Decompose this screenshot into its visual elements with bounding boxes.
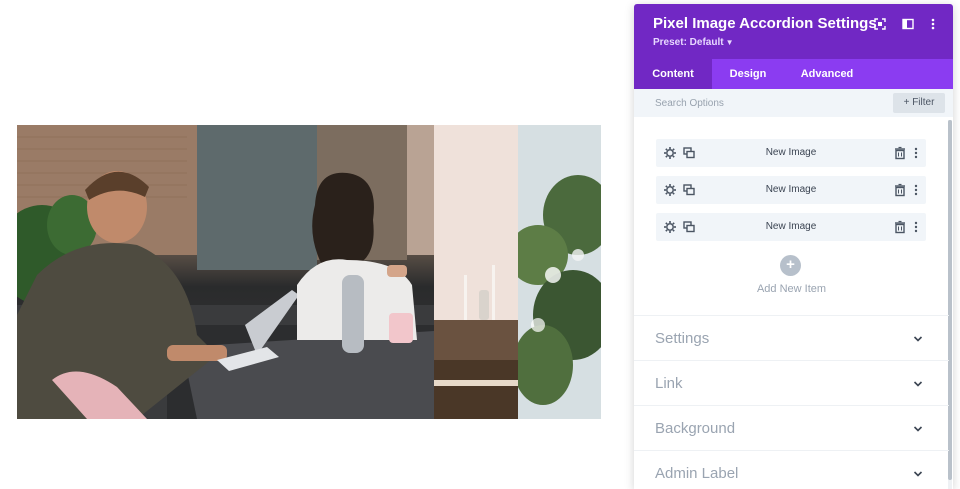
item-label: New Image [765, 221, 817, 232]
section-title: Settings [655, 330, 710, 347]
trash-icon[interactable] [893, 220, 907, 234]
settings-panel: Pixel Image Accordion Settings Preset: D… [634, 4, 953, 489]
filter-button[interactable]: + Filter [893, 93, 945, 113]
accordion-panel-2[interactable] [434, 125, 518, 419]
tab-content[interactable]: Content [634, 59, 712, 89]
list-item[interactable]: New Image [656, 213, 926, 241]
add-new-item-button[interactable]: + [780, 255, 801, 276]
chevron-down-icon [913, 381, 923, 387]
accordion-panel-3[interactable] [518, 125, 601, 419]
search-bar: + Filter [634, 89, 953, 117]
add-new-item-label[interactable]: Add New Item [634, 283, 949, 295]
trash-icon[interactable] [893, 183, 907, 197]
table-photo [434, 125, 518, 419]
section-background[interactable]: Background [634, 406, 949, 451]
more-vertical-icon[interactable] [926, 17, 940, 31]
tab-design[interactable]: Design [712, 59, 784, 89]
split-view-icon[interactable] [901, 17, 915, 31]
more-vertical-icon[interactable] [909, 183, 923, 197]
list-item[interactable]: New Image [656, 139, 926, 167]
tab-advanced[interactable]: Advanced [784, 59, 870, 89]
item-label: New Image [765, 147, 817, 158]
image-accordion [17, 125, 601, 419]
trash-icon[interactable] [893, 146, 907, 160]
section-title: Admin Label [655, 465, 739, 482]
more-vertical-icon[interactable] [909, 220, 923, 234]
chevron-down-icon [913, 426, 923, 432]
section-admin-label[interactable]: Admin Label [634, 451, 949, 489]
more-vertical-icon[interactable] [909, 146, 923, 160]
search-input[interactable] [644, 93, 884, 113]
plants-photo [518, 125, 601, 419]
section-title: Link [655, 375, 683, 392]
settings-title: Pixel Image Accordion Settings [653, 15, 877, 32]
accordion-panel-1[interactable] [17, 125, 434, 419]
office-photo [17, 125, 434, 419]
item-label: New Image [765, 184, 817, 195]
chevron-down-icon [913, 471, 923, 477]
chevron-down-icon [913, 336, 923, 342]
settings-header: Pixel Image Accordion Settings Preset: D… [634, 4, 953, 59]
expand-icon[interactable] [873, 17, 887, 31]
section-settings[interactable]: Settings [634, 316, 949, 361]
plus-icon: + [786, 256, 795, 273]
preset-label: Preset: Default [653, 37, 724, 48]
preset-dropdown[interactable]: Preset: Default ▼ [653, 37, 734, 48]
settings-tabs: Content Design Advanced [634, 59, 953, 89]
section-link[interactable]: Link [634, 361, 949, 406]
accordion-items-list: New Image New Image New Image + Add New … [634, 117, 949, 316]
section-title: Background [655, 420, 736, 437]
caret-down-icon: ▼ [725, 38, 734, 47]
page-canvas: Pixel Image Accordion Settings Preset: D… [0, 0, 960, 489]
list-item[interactable]: New Image [656, 176, 926, 204]
